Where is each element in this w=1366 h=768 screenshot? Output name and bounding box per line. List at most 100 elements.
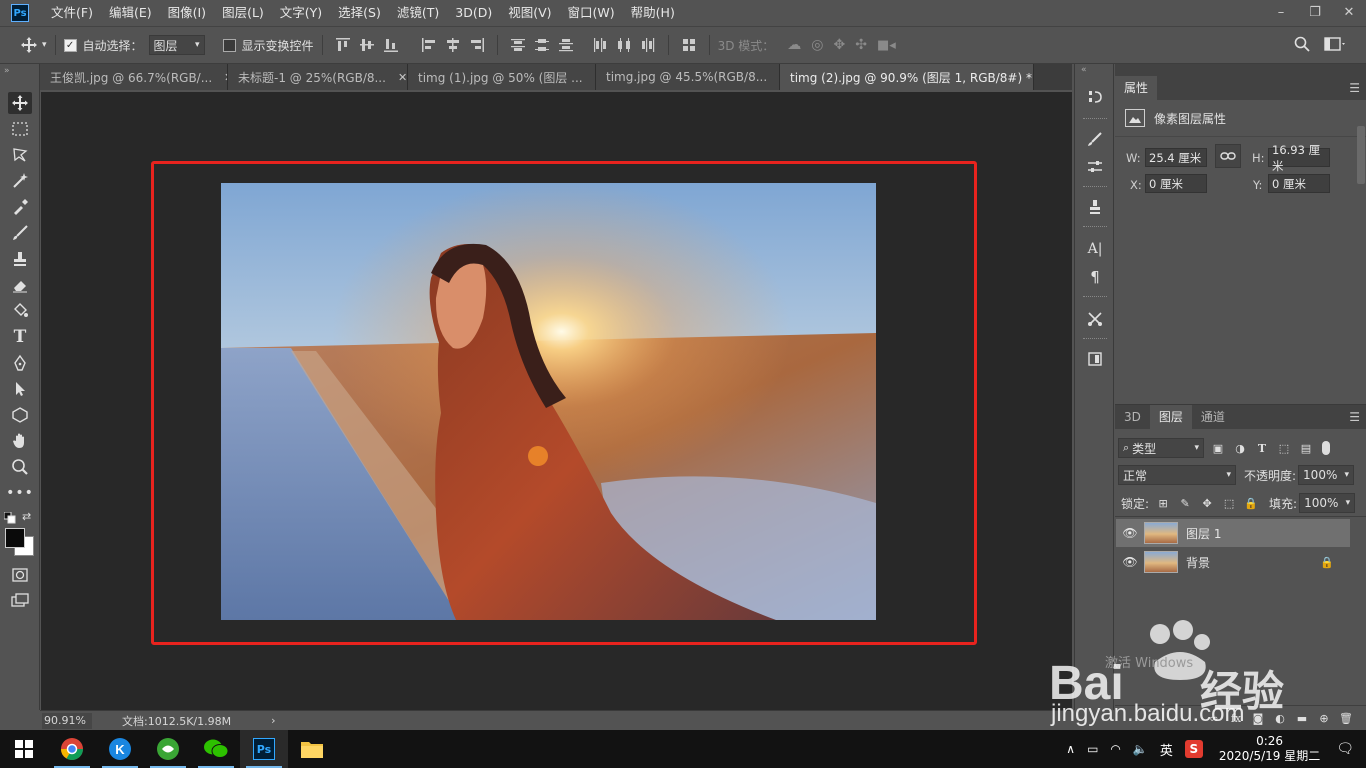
panel-menu-icon[interactable]: ☰ [1349, 410, 1360, 424]
chrome-taskbar-icon[interactable] [48, 730, 96, 768]
filter-toggle[interactable] [1322, 441, 1330, 455]
3d-camera-icon[interactable]: ■◂ [877, 38, 896, 53]
add-style-icon[interactable]: fx [1228, 711, 1244, 727]
tab-document-2[interactable]: 未标题-1 @ 25%(RGB/8... ✕ [228, 64, 408, 90]
layer-filter-dropdown[interactable]: ⌕ 类型 ▾ [1118, 438, 1204, 458]
lasso-tool-icon[interactable] [8, 144, 32, 166]
menu-image[interactable]: 图像(I) [160, 0, 214, 26]
zoom-level-field[interactable]: 90.91% [42, 712, 92, 729]
add-mask-icon[interactable]: ◙ [1250, 711, 1266, 727]
align-vcenter-icon[interactable] [359, 38, 374, 52]
link-layers-icon[interactable]: ∞ [1206, 711, 1222, 727]
auto-select-checkbox[interactable]: ✓ [63, 38, 77, 52]
brush-tool-icon[interactable] [8, 222, 32, 244]
auto-select-option[interactable]: ✓ 自动选择： [63, 37, 143, 54]
quick-mask-icon[interactable] [8, 564, 32, 586]
document-size-info[interactable]: 文档:1012.5K/1.98M [122, 713, 231, 729]
notification-center-icon[interactable]: 🗨 [1336, 741, 1354, 757]
align-hcenter-icon[interactable] [446, 38, 460, 52]
lock-transparent-pixels-icon[interactable]: ⊞ [1155, 495, 1171, 511]
layer-row[interactable]: 👁 背景 🔒 [1116, 548, 1350, 576]
new-adjustment-icon[interactable]: ◐ [1272, 711, 1288, 727]
x-field[interactable]: 0 厘米 [1145, 174, 1207, 193]
input-method-indicator[interactable]: 英 [1160, 740, 1173, 759]
history-panel-icon[interactable] [1083, 86, 1107, 108]
tab-layers[interactable]: 图层 [1149, 405, 1192, 429]
filter-smart-object-icon[interactable]: ▤ [1298, 440, 1314, 456]
auto-align-layers-icon[interactable] [682, 38, 696, 52]
menu-filter[interactable]: 滤镜(T) [389, 0, 447, 26]
close-button[interactable]: ✕ [1332, 0, 1366, 24]
transform-controls-checkbox[interactable] [222, 38, 236, 52]
align-right-icon[interactable] [470, 38, 484, 52]
filter-type-icon[interactable]: T [1254, 440, 1270, 456]
status-menu-arrow-icon[interactable]: › [271, 714, 275, 727]
distribute-top-icon[interactable] [510, 38, 525, 52]
menu-view[interactable]: 视图(V) [500, 0, 559, 26]
lock-position-icon[interactable]: ✥ [1199, 495, 1215, 511]
kugou-taskbar-icon[interactable]: K [96, 730, 144, 768]
clone-source-icon[interactable] [1083, 196, 1107, 218]
tab-document-active[interactable]: timg (2).jpg @ 90.9% (图层 1, RGB/8#) * ✕ [780, 64, 1034, 90]
menu-type[interactable]: 文字(Y) [272, 0, 330, 26]
filter-pixel-icon[interactable]: ▣ [1210, 440, 1226, 456]
type-tool-icon[interactable]: T [8, 326, 32, 348]
width-field[interactable]: 25.4 厘米 [1145, 148, 1207, 167]
move-tool-preset[interactable]: ▾ [20, 36, 47, 54]
marquee-tool-icon[interactable] [8, 118, 32, 140]
tab-document-3[interactable]: timg (1).jpg @ 50% (图层 ... ✕ [408, 64, 596, 90]
auto-select-target-dropdown[interactable]: 图层 ▾ [148, 35, 205, 55]
windows-start-button[interactable] [0, 730, 48, 768]
wechat-taskbar-icon[interactable] [192, 730, 240, 768]
close-icon[interactable]: ✕ [398, 71, 407, 84]
distribute-right-icon[interactable] [641, 38, 655, 52]
menu-edit[interactable]: 编辑(E) [101, 0, 160, 26]
taskbar-clock[interactable]: 0:26 2020/5/19 星期二 [1219, 734, 1320, 764]
fill-field[interactable]: 100% ▾ [1299, 493, 1356, 513]
photoshop-taskbar-icon[interactable]: Ps [240, 730, 288, 768]
properties-scrollbar[interactable] [1357, 126, 1365, 184]
tools-presets-icon[interactable] [1083, 308, 1107, 330]
lock-image-pixels-icon[interactable]: ✎ [1177, 495, 1193, 511]
menu-file[interactable]: 文件(F) [43, 0, 101, 26]
swap-colors-icon[interactable]: ⇄ [22, 510, 31, 523]
layer-name[interactable]: 背景 [1186, 554, 1210, 571]
lock-all-icon[interactable]: 🔒 [1243, 495, 1259, 511]
tab-document-1[interactable]: 王俊凯.jpg @ 66.7%(RGB/... ✕ [40, 64, 228, 90]
tab-properties[interactable]: 属性 [1115, 76, 1158, 100]
stamp-tool-icon[interactable] [8, 248, 32, 270]
paragraph-panel-icon[interactable]: ¶ [1083, 266, 1107, 288]
minimize-button[interactable]: – [1264, 0, 1298, 24]
align-bottom-icon[interactable] [383, 38, 398, 52]
link-dimensions-button[interactable] [1215, 144, 1241, 168]
eraser-tool-icon[interactable] [8, 274, 32, 296]
delete-layer-icon[interactable]: 🗑 [1338, 711, 1354, 727]
tab-document-4[interactable]: timg.jpg @ 45.5%(RGB/8... ✕ [596, 64, 780, 90]
blend-mode-dropdown[interactable]: 正常 ▾ [1118, 465, 1236, 485]
3d-orbit-icon[interactable]: ☁ [787, 37, 801, 53]
menu-layer[interactable]: 图层(L) [214, 0, 272, 26]
lock-artboard-icon[interactable]: ⬚ [1221, 495, 1237, 511]
file-explorer-taskbar-icon[interactable] [288, 730, 336, 768]
menu-3d[interactable]: 3D(D) [447, 0, 500, 26]
y-field[interactable]: 0 厘米 [1268, 174, 1330, 193]
workspace-switcher-icon[interactable] [1324, 36, 1346, 55]
menu-help[interactable]: 帮助(H) [623, 0, 683, 26]
distribute-hcenter-icon[interactable] [617, 38, 631, 52]
collapse-arrows-icon[interactable]: « [1081, 65, 1087, 75]
show-hidden-icons-icon[interactable]: ∧ [1066, 742, 1075, 756]
document-image[interactable] [221, 183, 876, 620]
menu-window[interactable]: 窗口(W) [560, 0, 623, 26]
screen-mode-icon[interactable] [8, 590, 32, 612]
tab-3d[interactable]: 3D [1115, 405, 1150, 429]
adjustments-panel-icon[interactable] [1083, 156, 1107, 178]
hand-tool-icon[interactable] [8, 430, 32, 452]
layer-comps-icon[interactable] [1083, 348, 1107, 370]
3d-roll-icon[interactable]: ◎ [811, 37, 823, 53]
filter-adjustment-icon[interactable]: ◑ [1232, 440, 1248, 456]
new-group-icon[interactable]: ▬ [1294, 711, 1310, 727]
more-tools-icon[interactable]: ••• [6, 482, 33, 504]
distribute-vcenter-icon[interactable] [534, 38, 549, 52]
pen-tool-icon[interactable] [8, 352, 32, 374]
volume-icon[interactable]: 🔈 [1133, 742, 1148, 756]
